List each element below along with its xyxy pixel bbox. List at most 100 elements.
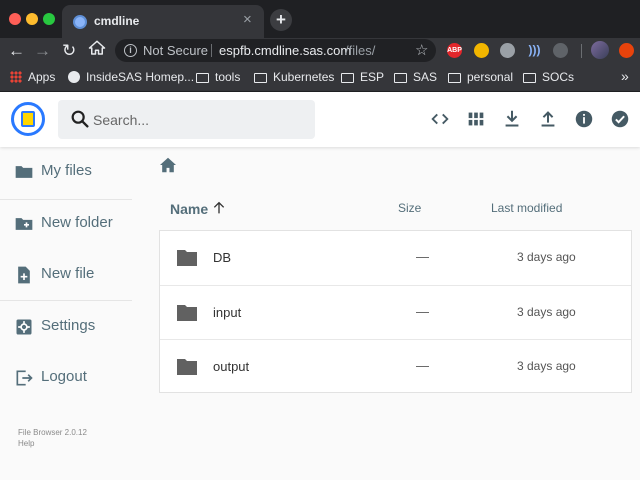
- adblock-extension-icon[interactable]: ABP: [447, 43, 462, 58]
- folder-icon: [341, 73, 354, 83]
- info-icon[interactable]: [573, 108, 595, 130]
- extension-5-icon[interactable]: [553, 43, 568, 58]
- sidebar-item-settings[interactable]: Settings: [0, 302, 132, 352]
- arrow-upward-icon[interactable]: [211, 199, 227, 217]
- file-modified: 3 days ago: [517, 305, 576, 319]
- breadcrumb-home-icon[interactable]: [159, 157, 177, 173]
- sidebar-divider: [0, 300, 132, 301]
- search-box[interactable]: [58, 100, 315, 139]
- file-size: —: [416, 304, 429, 319]
- file-modified: 3 days ago: [517, 250, 576, 264]
- url-path: /files/: [345, 43, 376, 58]
- search-input[interactable]: [93, 100, 303, 139]
- sidebar-item-label: New folder: [41, 214, 113, 231]
- file-row-output[interactable]: output — 3 days ago: [160, 339, 631, 393]
- folder-icon: [254, 73, 267, 83]
- folder-icon: [177, 359, 197, 375]
- file-list: DB — 3 days ago input — 3 days ago outpu…: [159, 230, 632, 393]
- folder-icon: [523, 73, 536, 83]
- file-size: —: [416, 358, 429, 373]
- bookmark-label: personal: [467, 70, 514, 84]
- app-header: [0, 92, 640, 147]
- tab-close-button[interactable]: ×: [243, 11, 252, 29]
- sidebar-item-label: Logout: [41, 368, 87, 385]
- sidebar: My files New folder New file Settings Lo…: [0, 147, 132, 480]
- bookmark-label: SOCs: [542, 70, 575, 84]
- extension-3-icon[interactable]: [500, 43, 515, 58]
- folder-icon: [177, 305, 197, 321]
- bookmark-label: tools: [215, 70, 241, 84]
- version-label[interactable]: File Browser 2.0.12: [18, 428, 87, 437]
- file-row-input[interactable]: input — 3 days ago: [160, 285, 631, 339]
- address-bar[interactable]: i Not Secure espfb.cmdline.sas.com /file…: [115, 39, 436, 62]
- bookmark-folder-tools[interactable]: tools: [196, 70, 240, 86]
- download-icon[interactable]: [501, 108, 523, 130]
- address-divider: [211, 44, 212, 57]
- folder-icon: [196, 73, 209, 83]
- bookmark-star-icon[interactable]: ☆: [415, 41, 428, 59]
- code-view-icon[interactable]: [429, 108, 451, 130]
- maximize-window-button[interactable]: [43, 13, 55, 25]
- browser-toolbar: ← → ↻ i Not Secure espfb.cmdline.sas.com…: [0, 38, 640, 64]
- grid-view-icon[interactable]: [465, 108, 487, 130]
- extension-2-icon[interactable]: [474, 43, 489, 58]
- folder-icon: [394, 73, 407, 83]
- extension-4-icon[interactable]: ))): [527, 43, 542, 58]
- sidebar-item-logout[interactable]: Logout: [0, 353, 132, 403]
- bookmark-label: Apps: [28, 70, 56, 84]
- minimize-window-button[interactable]: [26, 13, 38, 25]
- profile-avatar[interactable]: [591, 41, 609, 59]
- bookmark-folder-socs[interactable]: SOCs: [523, 70, 574, 86]
- browser-tab[interactable]: cmdline ×: [62, 5, 264, 38]
- close-window-button[interactable]: [9, 13, 21, 25]
- bookmark-folder-esp[interactable]: ESP: [341, 70, 384, 86]
- reload-button[interactable]: ↻: [62, 40, 76, 62]
- browser-tab-strip: cmdline × +: [0, 0, 640, 38]
- upload-icon[interactable]: [537, 108, 559, 130]
- check-circle-icon[interactable]: [609, 108, 631, 130]
- file-size: —: [416, 249, 429, 264]
- sidebar-item-label: New file: [41, 265, 95, 282]
- logout-icon: [16, 370, 33, 386]
- help-link[interactable]: Help: [18, 439, 34, 448]
- forward-button[interactable]: →: [34, 40, 51, 62]
- home-button[interactable]: [88, 39, 106, 63]
- file-modified: 3 days ago: [517, 359, 576, 373]
- file-name: output: [213, 359, 250, 374]
- bookmark-apps[interactable]: Apps: [10, 70, 55, 86]
- bookmark-folder-personal[interactable]: personal: [448, 70, 513, 86]
- sidebar-item-label: My files: [41, 162, 92, 179]
- folder-icon: [448, 73, 461, 83]
- apps-grid-icon: [10, 71, 22, 83]
- bookmark-label: InsideSAS Homep...: [86, 70, 195, 84]
- new-tab-button[interactable]: +: [270, 9, 292, 31]
- logo-mark: [21, 111, 35, 127]
- sidebar-item-new-folder[interactable]: New folder: [0, 199, 132, 249]
- bookmarks-overflow-button[interactable]: »: [621, 68, 629, 84]
- bookmark-label: SAS: [413, 70, 438, 84]
- search-icon: [71, 110, 89, 128]
- column-header-name[interactable]: Name: [170, 201, 208, 217]
- bookmark-label: ESP: [360, 70, 385, 84]
- bookmark-folder-kubernetes[interactable]: Kubernetes: [254, 70, 334, 86]
- globe-icon: [68, 71, 80, 83]
- create-folder-icon: [15, 218, 33, 230]
- column-header-modified[interactable]: Last modified: [491, 201, 562, 215]
- toolbar-divider: [581, 44, 582, 58]
- sidebar-item-new-file[interactable]: New file: [0, 250, 132, 300]
- tab-title: cmdline: [94, 14, 140, 28]
- bookmark-folder-sas[interactable]: SAS: [394, 70, 437, 86]
- sidebar-item-label: Settings: [41, 317, 96, 334]
- folder-icon: [177, 250, 197, 266]
- extension-6-icon[interactable]: [619, 43, 634, 58]
- sidebar-item-my-files[interactable]: My files: [0, 147, 132, 197]
- back-button[interactable]: ←: [8, 40, 25, 62]
- file-row-db[interactable]: DB — 3 days ago: [160, 231, 631, 285]
- settings-icon: [16, 319, 32, 335]
- filebrowser-logo[interactable]: [11, 102, 45, 136]
- column-header-size[interactable]: Size: [398, 201, 421, 215]
- site-info-icon[interactable]: i: [124, 44, 137, 57]
- bookmark-label: Kubernetes: [273, 70, 335, 84]
- note-add-icon: [18, 266, 30, 284]
- bookmark-insidesas[interactable]: InsideSAS Homep...: [68, 70, 194, 86]
